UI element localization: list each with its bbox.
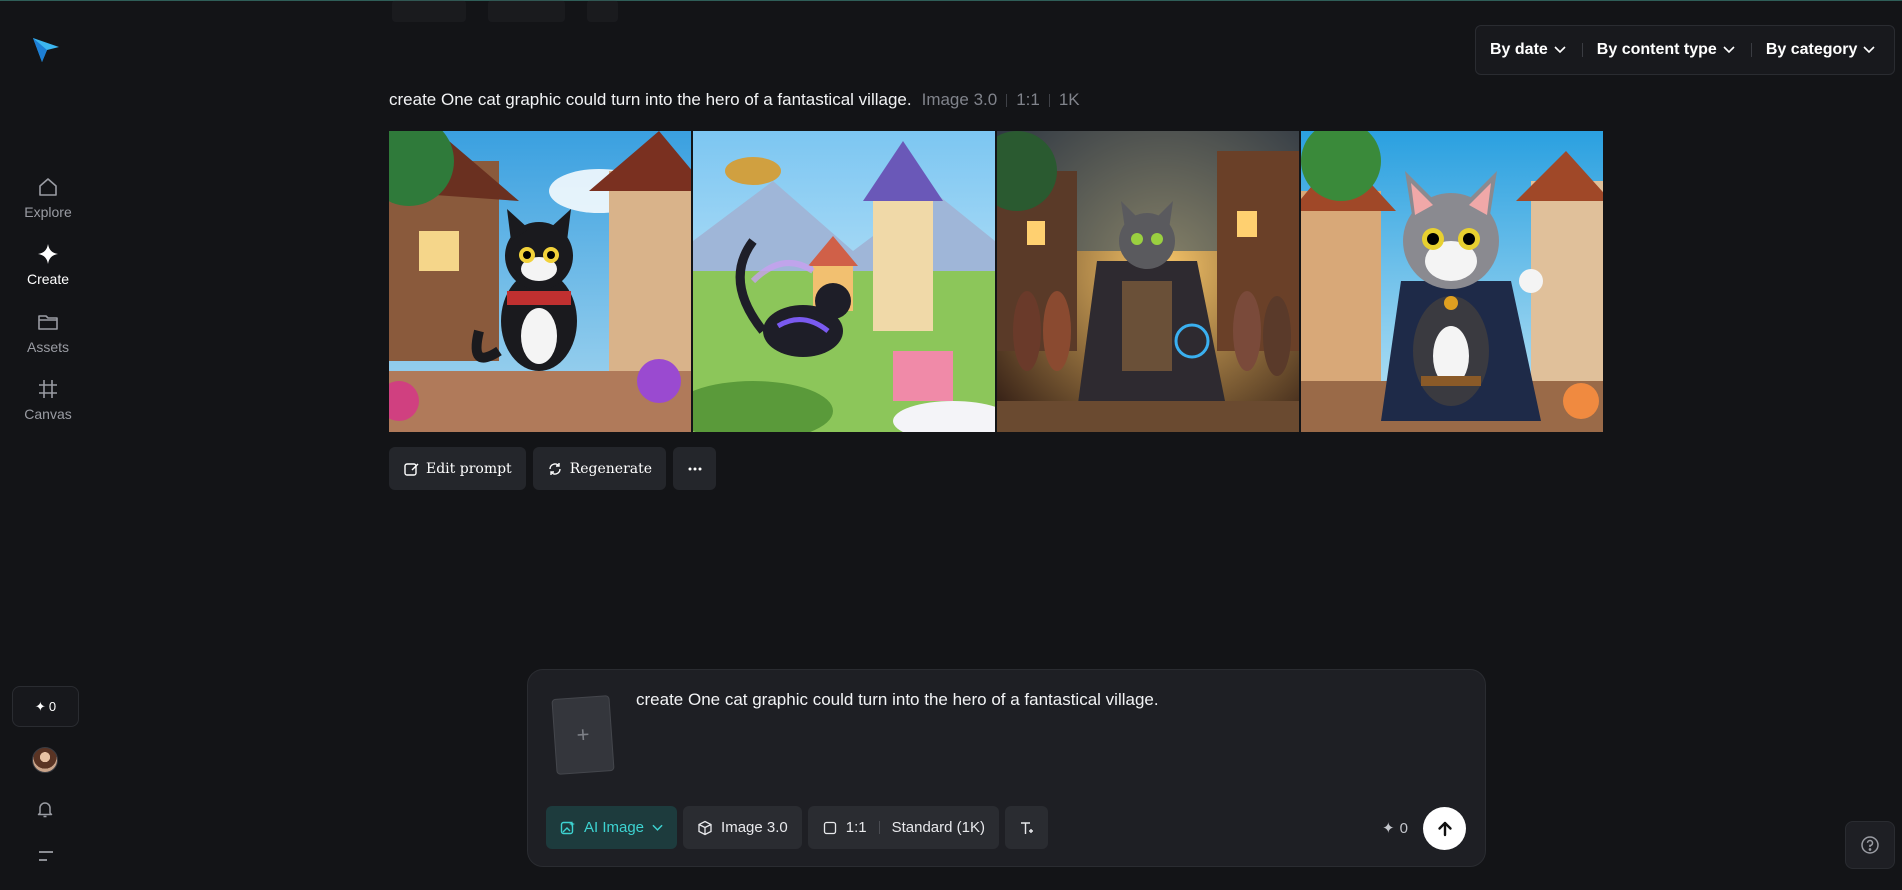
sidebar-item-label: Create	[26, 271, 70, 287]
edit-prompt-label: Edit prompt	[426, 460, 512, 477]
sidebar-item-create[interactable]: Create	[0, 242, 96, 287]
filter-label: By date	[1490, 41, 1548, 58]
filter-bar: By date By content type By category	[1475, 25, 1895, 75]
cat-village-image	[997, 131, 1299, 432]
credits-count: 0	[48, 699, 57, 714]
bell-icon[interactable]	[35, 799, 55, 819]
filter-label: By content type	[1596, 41, 1717, 58]
divider	[1581, 43, 1583, 57]
model-select[interactable]: Image 3.0	[683, 806, 802, 849]
avatar[interactable]	[32, 747, 58, 773]
filter-by-content-type[interactable]: By content type	[1597, 41, 1747, 59]
filter-by-category[interactable]: By category	[1766, 41, 1888, 59]
text-style-button[interactable]	[1005, 806, 1048, 849]
sidebar-item-canvas[interactable]: Canvas	[0, 377, 96, 422]
sidebar-item-assets[interactable]: Assets	[0, 310, 96, 355]
generation-header: create One cat graphic could turn into t…	[389, 90, 1080, 110]
generation-meta: Image 3.0 1:1 1K	[922, 90, 1080, 110]
sidebar-item-label: Assets	[26, 339, 69, 355]
chevron-down-icon	[1863, 46, 1875, 54]
generated-image-3[interactable]	[997, 131, 1299, 432]
credits-badge[interactable]: ✦ 0	[12, 686, 79, 727]
filter-by-date[interactable]: By date	[1490, 41, 1578, 59]
cube-icon	[698, 820, 712, 835]
generation-prompt: create One cat graphic could turn into t…	[389, 90, 912, 109]
cost-value: 0	[1399, 819, 1408, 837]
top-divider	[0, 0, 1902, 1]
arrow-up-icon	[1437, 821, 1452, 836]
quality-label: Standard (1K)	[891, 819, 985, 836]
ai-image-icon	[560, 820, 575, 834]
model-label: Image 3.0	[721, 819, 788, 836]
frame-icon	[39, 380, 57, 398]
cat-village-image	[693, 131, 995, 432]
scrolled-header-remnant	[392, 0, 619, 22]
regenerate-button[interactable]: Regenerate	[532, 447, 667, 490]
text-format-icon	[1020, 821, 1033, 834]
edit-prompt-button[interactable]: Edit prompt	[389, 447, 526, 490]
generated-images	[389, 131, 1603, 432]
regenerate-label: Regenerate	[569, 460, 653, 477]
chevron-down-icon	[652, 824, 663, 831]
sidebar-item-label: Explore	[24, 204, 72, 220]
refresh-icon	[548, 462, 561, 475]
folder-icon	[38, 315, 58, 330]
chevron-down-icon	[1554, 46, 1566, 54]
star-icon: ✦	[1382, 820, 1395, 837]
cat-village-image	[389, 131, 691, 432]
menu-icon[interactable]	[37, 849, 55, 863]
generated-image-4[interactable]	[1301, 131, 1603, 432]
mode-select[interactable]: AI Image	[546, 806, 678, 849]
chevron-down-icon	[1723, 46, 1735, 54]
image-actions: Edit prompt Regenerate	[389, 447, 717, 490]
prompt-input[interactable]: create One cat graphic could turn into t…	[636, 690, 1159, 710]
composer-toolbar: AI Image Image 3.0 1:1 Standard (1K)	[546, 806, 1048, 849]
generated-image-1[interactable]	[389, 131, 691, 432]
help-icon	[1861, 836, 1879, 854]
generation-ratio: 1:1	[1016, 90, 1040, 109]
ratio-label: 1:1	[845, 819, 867, 836]
aspect-ratio-icon	[823, 821, 836, 834]
star-icon: ✦	[34, 698, 46, 714]
home-icon	[39, 178, 57, 196]
more-options-button[interactable]	[673, 447, 717, 490]
generation-cost: ✦ 0	[1382, 819, 1408, 838]
generated-image-2[interactable]	[693, 131, 995, 432]
generation-model: Image 3.0	[921, 90, 998, 109]
send-button[interactable]	[1423, 807, 1466, 850]
sidebar-item-label: Canvas	[24, 406, 72, 422]
plus-icon: +	[575, 721, 591, 748]
edit-icon	[404, 462, 419, 476]
sidebar: Explore Create Assets Canvas ✦ 0	[0, 0, 96, 890]
logo-icon[interactable]	[30, 33, 62, 65]
upload-reference-button[interactable]: +	[551, 695, 615, 775]
size-select[interactable]: 1:1 Standard (1K)	[807, 806, 999, 849]
help-button[interactable]	[1845, 821, 1895, 869]
cat-village-image	[1301, 131, 1603, 432]
generation-resolution: 1K	[1058, 90, 1080, 109]
more-horizontal-icon	[688, 467, 702, 470]
mode-label: AI Image	[584, 819, 645, 836]
sidebar-item-explore[interactable]: Explore	[0, 175, 96, 220]
divider	[1750, 43, 1752, 57]
filter-label: By category	[1765, 41, 1858, 58]
sparkle-icon	[38, 244, 58, 264]
prompt-composer: + create One cat graphic could turn into…	[527, 669, 1486, 867]
